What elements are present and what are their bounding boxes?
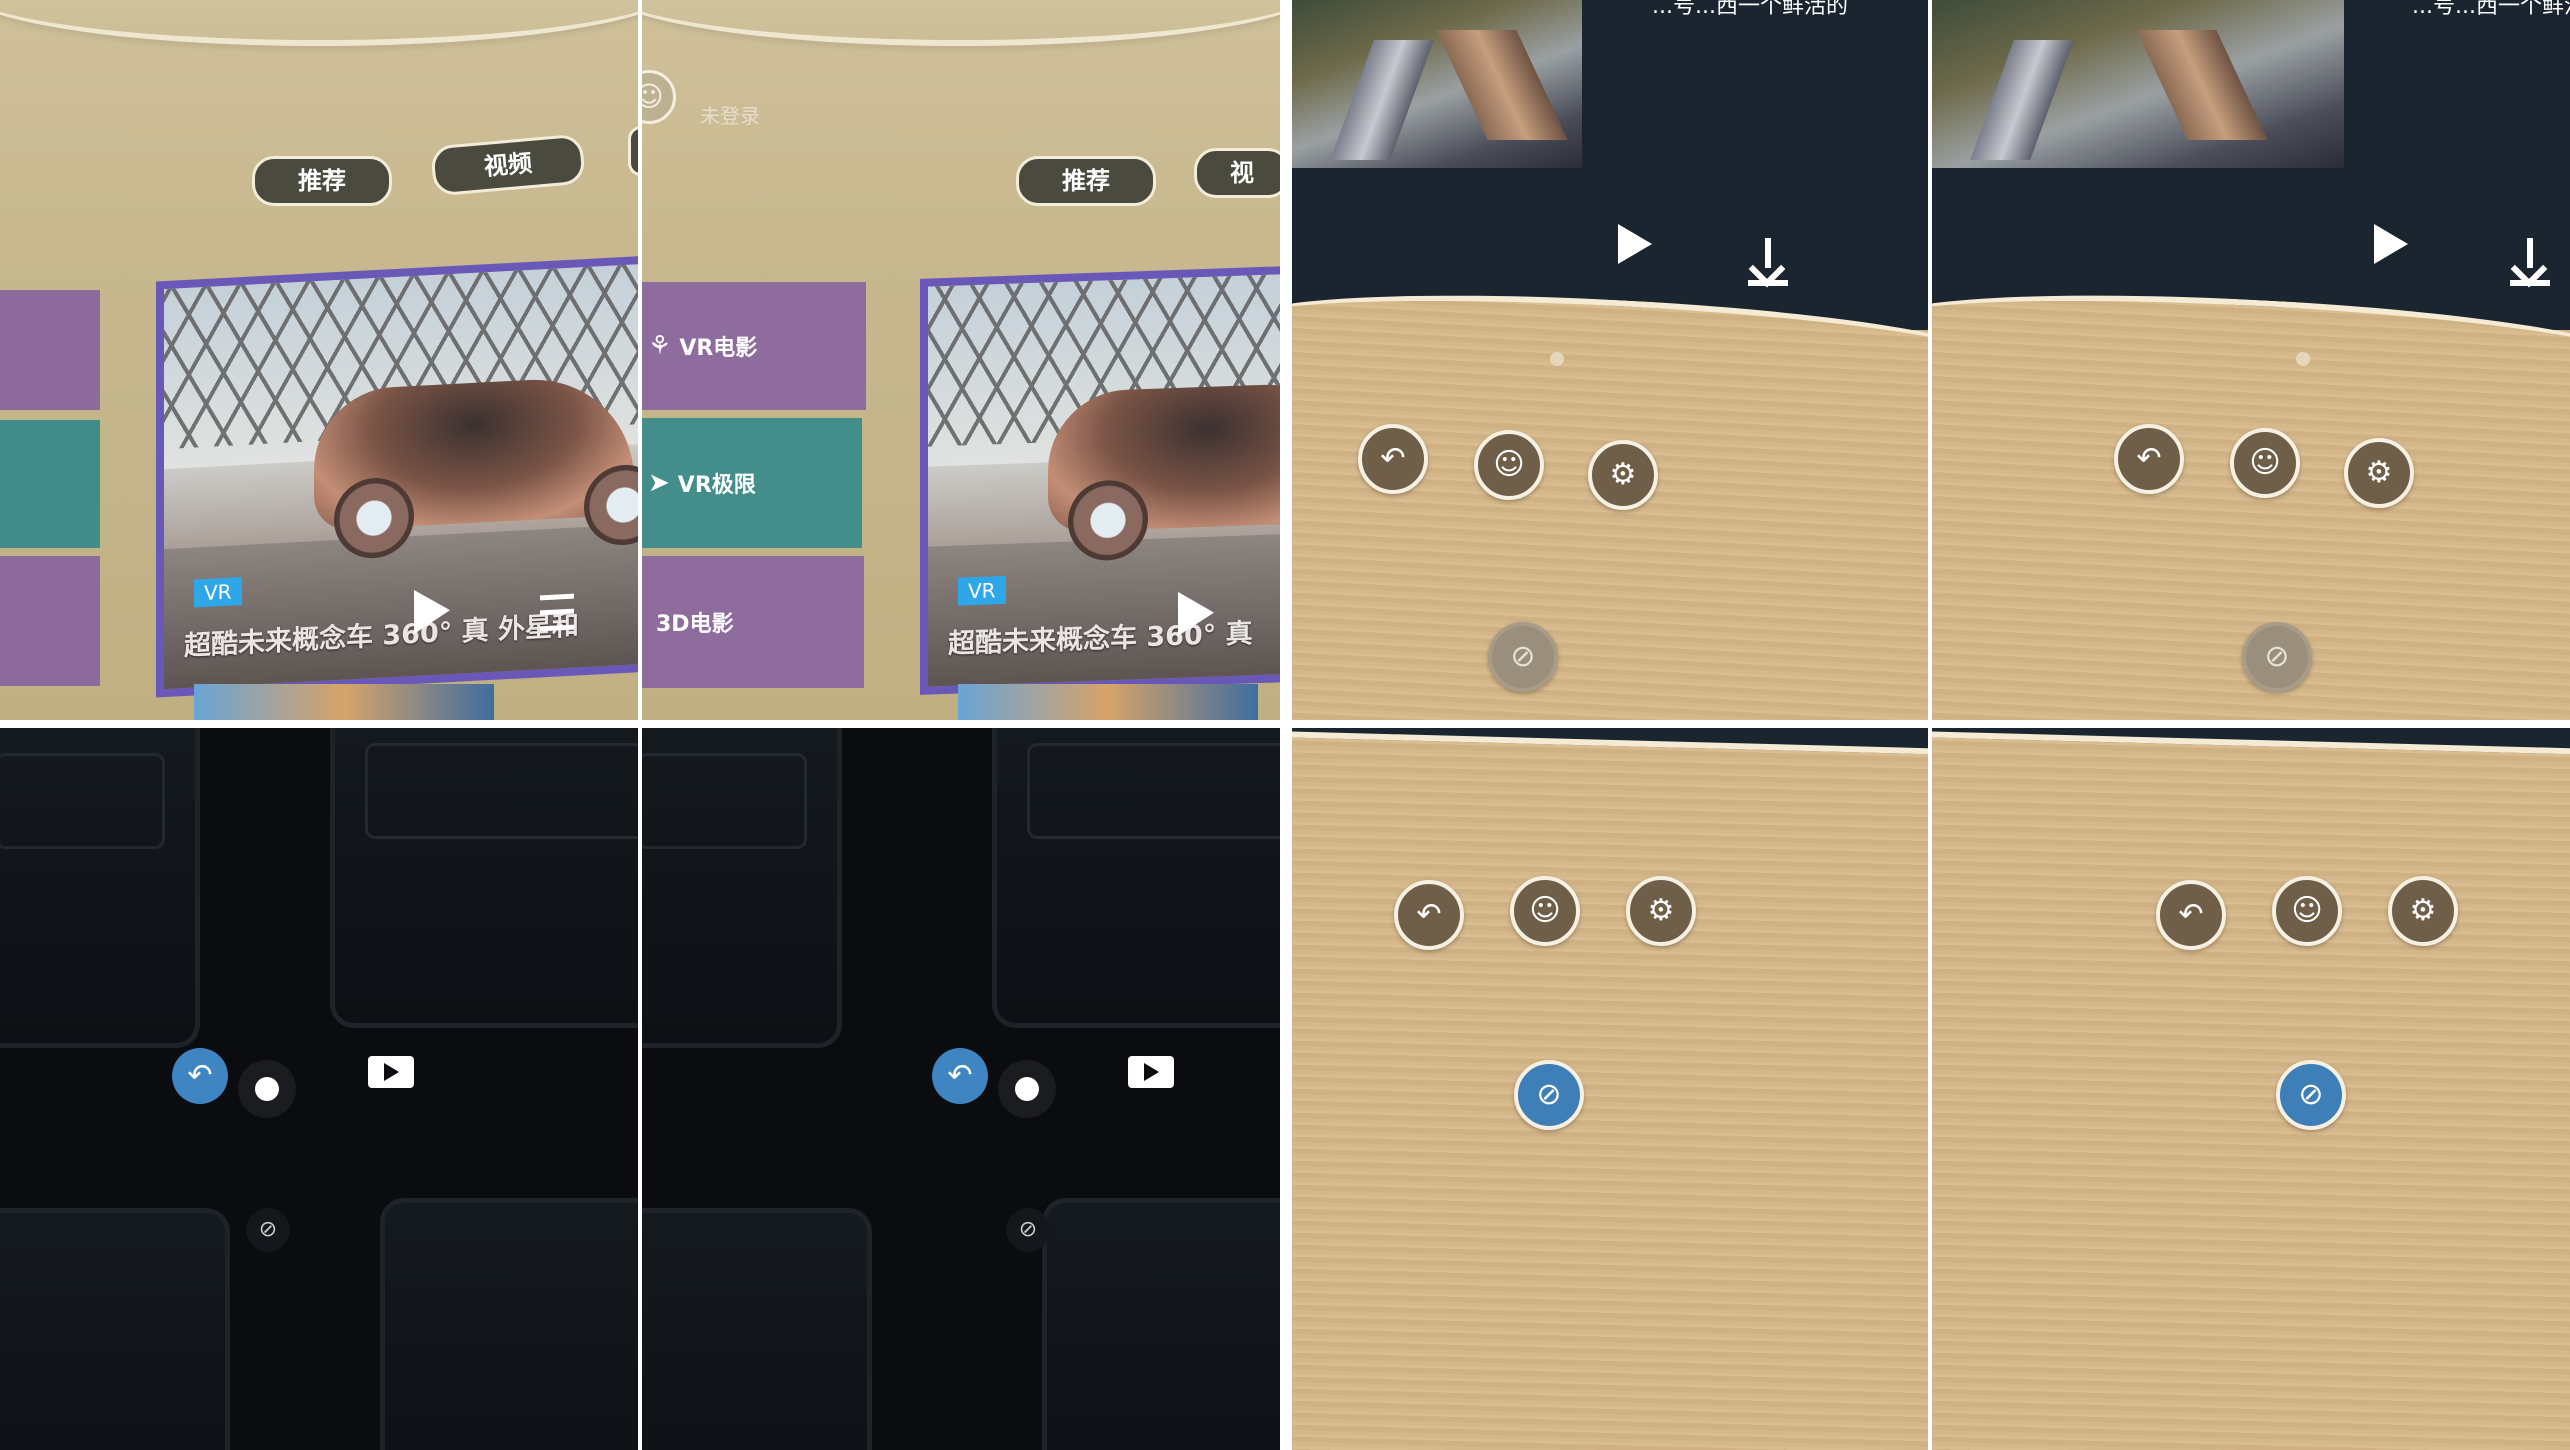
tab-next[interactable] <box>628 126 638 176</box>
download-icon[interactable] <box>1748 238 1788 288</box>
helmet-icon: ⚘ <box>648 331 672 361</box>
side-menu-3d-movie[interactable]: 3D电影 <box>642 556 864 688</box>
play-button[interactable] <box>1128 1056 1174 1088</box>
featured-video-card[interactable]: VR 超酷未来概念车 360° 真 <box>920 265 1280 695</box>
settings-button[interactable]: ⚙ <box>2388 876 2458 946</box>
video-caption: ...号...西一个鲜活的 <box>1652 0 1848 19</box>
ceiling-ring <box>642 0 1280 46</box>
ceiling-ring <box>0 0 638 46</box>
recenter-button[interactable]: ⊘ <box>1514 1060 1584 1130</box>
back-button[interactable]: ↶ <box>932 1048 988 1104</box>
home-right-eye: ☺ 未登录 ⚘ VR电影 ➤ VR极限 3D电影 推荐 视 VR 超酷未来概念车… <box>642 0 1280 720</box>
recenter-button[interactable]: ⊘ <box>1006 1208 1050 1252</box>
player-right-eye: ↶ ⊘ <box>642 728 1280 1450</box>
next-row-thumbnail[interactable] <box>958 684 1258 720</box>
settings-button[interactable]: ⚙ <box>2344 438 2414 508</box>
play-button[interactable] <box>368 1056 414 1088</box>
video-thumbnail[interactable] <box>1292 0 1582 168</box>
detail-right-eye: ...号...西一个鲜活的 ↶ ☺ ⚙ ⊘ <box>1932 0 2570 720</box>
record-icon <box>255 1077 279 1101</box>
user-button[interactable]: ☺ <box>1510 876 1580 946</box>
record-button[interactable] <box>998 1060 1056 1118</box>
back-button[interactable]: ↶ <box>1358 424 1428 494</box>
recenter-button[interactable]: ⊘ <box>246 1208 290 1252</box>
tab-recommend[interactable]: 推荐 <box>252 156 392 206</box>
play-icon[interactable] <box>1178 590 1214 636</box>
extreme-icon: ➤ <box>648 468 670 498</box>
wood-floor <box>1932 730 2570 1450</box>
back-button[interactable]: ↶ <box>2114 424 2184 494</box>
user-button[interactable]: ☺ <box>2230 428 2300 498</box>
side-card-purple-2[interactable] <box>0 556 100 686</box>
video-caption: ...号...西一个鲜活的 <box>2412 0 2570 19</box>
user-icon[interactable]: ☺ <box>642 70 676 124</box>
recenter-button[interactable]: ⊘ <box>2242 622 2312 692</box>
home-left-eye: 推荐 视频 VR 超酷未来概念车 360° 真 外星和 <box>0 0 638 720</box>
featured-video-card[interactable]: VR 超酷未来概念车 360° 真 外星和 <box>156 254 638 698</box>
tab-recommend[interactable]: 推荐 <box>1016 156 1156 206</box>
vr-badge: VR <box>194 577 242 608</box>
recenter-button[interactable]: ⊘ <box>1488 622 1558 692</box>
download-icon[interactable] <box>2510 238 2550 288</box>
menu-icon[interactable] <box>540 593 574 632</box>
settings-button[interactable]: ⚙ <box>1626 876 1696 946</box>
recenter-button[interactable]: ⊘ <box>2276 1060 2346 1130</box>
user-button[interactable]: ☺ <box>2272 876 2342 946</box>
play-icon[interactable] <box>1618 224 1652 264</box>
position-indicator <box>2296 352 2310 366</box>
video-thumbnail[interactable] <box>1932 0 2344 168</box>
floor-left-eye: ↶ ☺ ⚙ ⊘ <box>1292 728 1928 1450</box>
back-button[interactable]: ↶ <box>2156 880 2226 950</box>
detail-left-eye: ...号...西一个鲜活的 ↶ ☺ ⚙ ⊘ <box>1292 0 1928 720</box>
record-icon <box>1015 1077 1039 1101</box>
floor-right-eye: ↶ ☺ ⚙ ⊘ <box>1932 728 2570 1450</box>
back-button[interactable]: ↶ <box>1394 880 1464 950</box>
user-button[interactable]: ☺ <box>1474 430 1544 500</box>
player-left-eye: ↶ ⊘ <box>0 728 638 1450</box>
play-icon[interactable] <box>414 588 450 634</box>
record-button[interactable] <box>238 1060 296 1118</box>
next-row-thumbnail[interactable] <box>194 684 494 720</box>
side-card-teal[interactable] <box>0 420 100 548</box>
tab-video[interactable]: 视 <box>1194 148 1280 198</box>
side-menu-vr-extreme[interactable]: ➤ VR极限 <box>642 418 862 548</box>
vr-badge: VR <box>958 575 1006 606</box>
wood-floor <box>1292 730 1928 1450</box>
tab-video[interactable]: 视频 <box>430 133 586 197</box>
play-icon[interactable] <box>2374 224 2408 264</box>
login-status[interactable]: 未登录 <box>700 100 760 129</box>
position-indicator <box>1550 352 1564 366</box>
side-menu-vr-movie[interactable]: ⚘ VR电影 <box>642 282 866 410</box>
back-button[interactable]: ↶ <box>172 1048 228 1104</box>
side-card-purple[interactable] <box>0 290 100 410</box>
settings-button[interactable]: ⚙ <box>1588 440 1658 510</box>
